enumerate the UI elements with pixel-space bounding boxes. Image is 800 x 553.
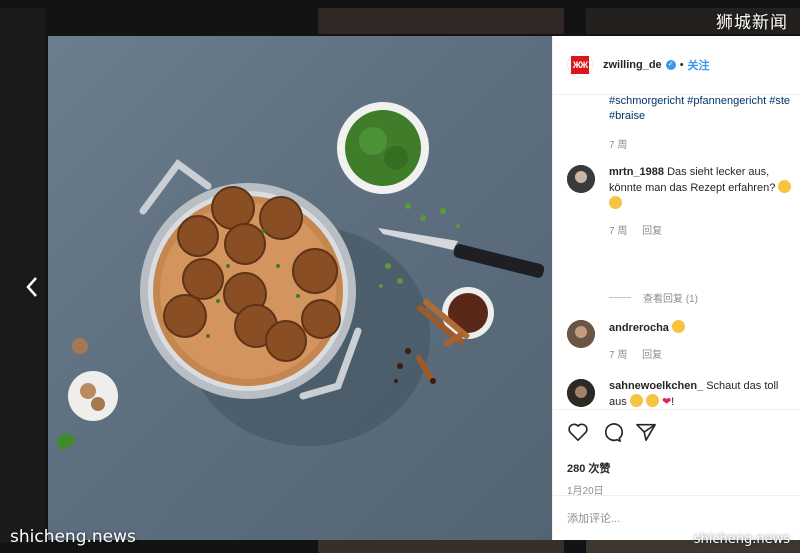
thinking-emoji-icon bbox=[778, 180, 792, 193]
comment-body-line1: Das sieht lecker aus, bbox=[667, 166, 770, 178]
post-sidebar: ЖЖ zwilling_de ✓ • 关注 #schmorgericht #pf… bbox=[552, 36, 800, 540]
heart-eyes-emoji-icon bbox=[645, 394, 659, 407]
avatar-photo bbox=[567, 320, 595, 348]
caption: #schmorgericht #pfannengericht #ste #bra… bbox=[553, 94, 800, 151]
watermark-bottom-left: shicheng.news bbox=[10, 527, 136, 547]
comment-body-line1: Schaut das toll bbox=[706, 380, 779, 392]
avatar[interactable] bbox=[567, 320, 595, 348]
comment-item: andrerocha 7 周 回复 bbox=[567, 320, 794, 361]
comment-text: sahnewoelkchen_ Schaut das toll aus ❤! bbox=[609, 379, 778, 410]
smile-emoji-icon bbox=[609, 196, 622, 209]
comment-username[interactable]: andrerocha bbox=[609, 322, 669, 334]
caption-time: 7 周 bbox=[609, 140, 628, 151]
comment-body-line2: aus bbox=[609, 396, 627, 408]
post-modal: ЖЖ zwilling_de ✓ • 关注 #schmorgericht #pf… bbox=[48, 36, 800, 540]
follow-button[interactable]: 关注 bbox=[688, 57, 710, 73]
dot-separator: • bbox=[679, 59, 684, 71]
post-actions: 280 次赞 1月20日 bbox=[553, 409, 800, 497]
food-illustration bbox=[56, 102, 545, 451]
heart-icon[interactable] bbox=[567, 422, 589, 442]
post-username[interactable]: zwilling_de bbox=[603, 59, 662, 71]
avatar[interactable]: ЖЖ bbox=[567, 52, 593, 78]
comment-time: 7 周 bbox=[609, 350, 628, 361]
caption-tags-line1[interactable]: #schmorgericht #pfannengericht #ste bbox=[553, 94, 800, 109]
watermark-bottom-right: shicheng.news bbox=[693, 532, 790, 547]
verified-icon: ✓ bbox=[665, 60, 676, 70]
comment-text: andrerocha bbox=[609, 320, 685, 336]
comment-item: sahnewoelkchen_ Schaut das toll aus ❤! 7… bbox=[567, 379, 794, 410]
reply-button[interactable]: 回复 bbox=[642, 226, 662, 237]
post-photo bbox=[48, 36, 552, 540]
caption-tags-line2[interactable]: #braise bbox=[553, 109, 800, 124]
heart-eyes-emoji-icon bbox=[671, 320, 685, 333]
comment-username[interactable]: mrtn_1988 bbox=[609, 166, 664, 178]
chevron-left-icon bbox=[26, 277, 37, 297]
comment-body-line2: könnte man das Rezept erfahren? bbox=[609, 182, 776, 194]
avatar-photo bbox=[567, 379, 595, 407]
reply-button[interactable]: 回复 bbox=[642, 350, 662, 361]
avatar-photo bbox=[567, 165, 595, 193]
zwilling-logo: ЖЖ bbox=[571, 56, 589, 74]
heart-eyes-emoji-icon bbox=[629, 394, 643, 407]
comment-item: mrtn_1988 Das sieht lecker aus, könnte m… bbox=[567, 165, 794, 237]
like-count[interactable]: 280 次赞 bbox=[567, 460, 610, 476]
red-heart-icon: ❤ bbox=[661, 396, 672, 408]
comment-meta: 7 周 回复 bbox=[609, 222, 791, 237]
comments-list: #schmorgericht #pfannengericht #ste #bra… bbox=[553, 94, 800, 410]
view-replies-button[interactable]: 查看回复 (1) bbox=[609, 290, 698, 305]
comment-time: 7 周 bbox=[609, 226, 628, 237]
post-header: ЖЖ zwilling_de ✓ • 关注 bbox=[553, 36, 800, 95]
avatar[interactable] bbox=[567, 165, 595, 193]
comment-body-end: ! bbox=[671, 396, 675, 408]
view-replies-label: 查看回复 (1) bbox=[643, 294, 698, 305]
comment-username[interactable]: sahnewoelkchen_ bbox=[609, 380, 703, 392]
avatar[interactable] bbox=[567, 379, 595, 407]
comment-meta: 7 周 回复 bbox=[609, 346, 685, 361]
comment-text: mrtn_1988 Das sieht lecker aus, könnte m… bbox=[609, 165, 792, 212]
watermark-top: 狮城新闻 bbox=[716, 13, 788, 33]
comment-icon[interactable] bbox=[601, 422, 623, 442]
divider bbox=[609, 297, 631, 298]
previous-post-button[interactable] bbox=[20, 272, 44, 302]
action-icons bbox=[567, 422, 657, 442]
share-icon[interactable] bbox=[635, 422, 657, 442]
